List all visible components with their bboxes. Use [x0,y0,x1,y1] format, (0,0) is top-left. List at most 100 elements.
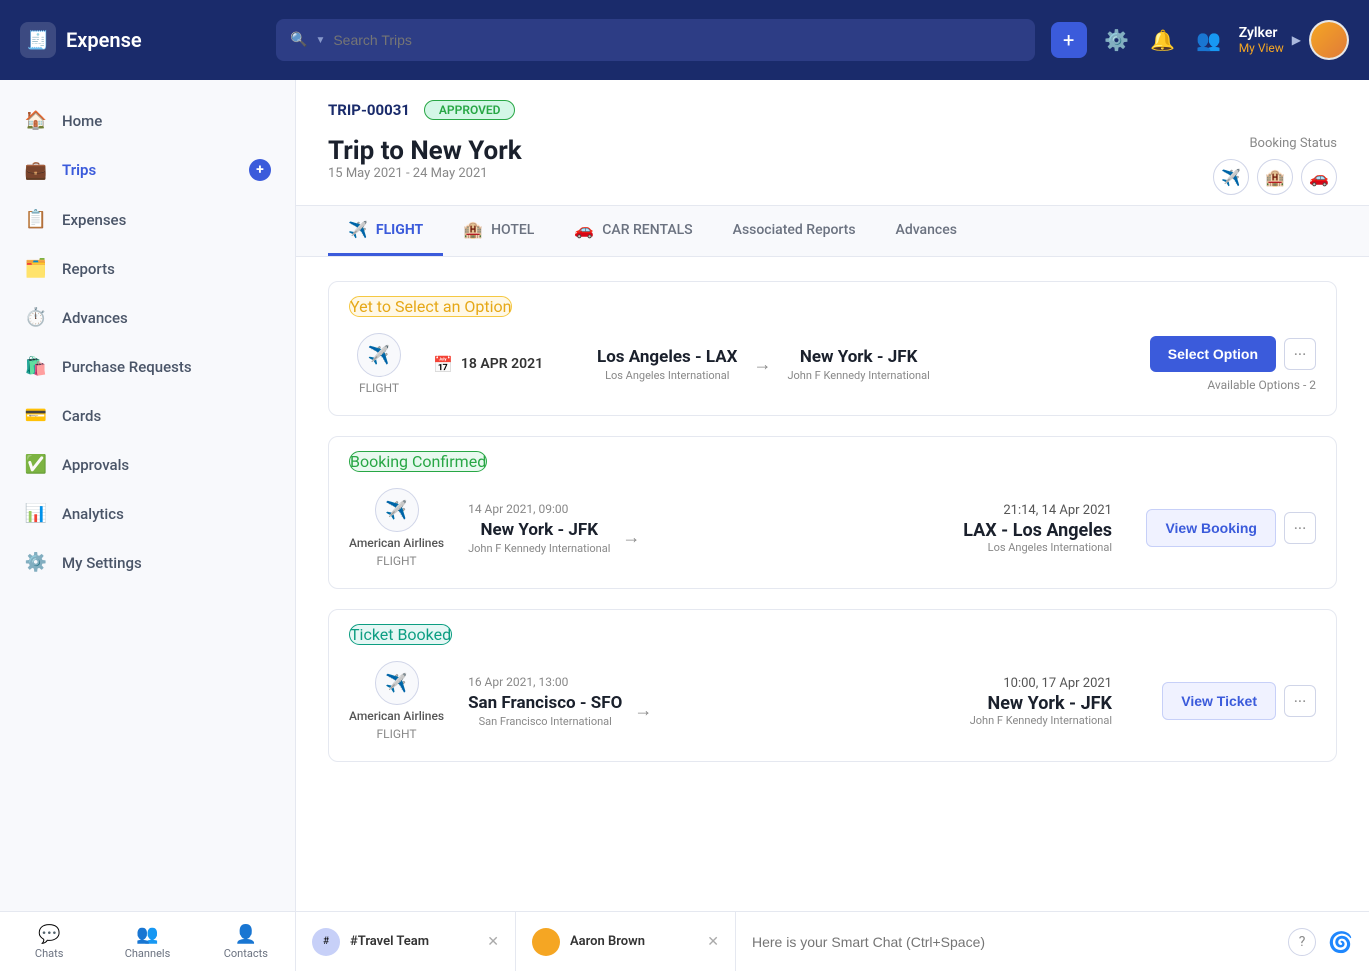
from-airport-2: John F Kennedy International [468,542,610,555]
booking-status-label: Booking Status [1213,136,1337,151]
flight-card-body-3: ✈️ American Airlines FLIGHT 16 Apr 2021,… [329,645,1336,761]
flight-status-icon[interactable]: ✈️ [1213,159,1249,195]
view-booking-button[interactable]: View Booking [1146,509,1276,547]
channels-tab[interactable]: 👥 Channels [98,912,196,971]
trip-status-badge: APPROVED [424,100,516,120]
route-arrow-2: → [622,527,640,548]
notifications-icon[interactable]: 🔔 [1147,24,1179,56]
depart-time-3: 16 Apr 2021, 13:00 [468,675,568,689]
main-layout: 🏠 Home 💼 Trips + 📋 Expenses 🗂️ Reports ⏱… [0,80,1369,911]
sidebar-item-purchase-requests[interactable]: 🛍️ Purchase Requests [0,342,295,391]
plane-icon-3: ✈️ [375,661,419,705]
chat-sidebar-bottom: 💬 Chats 👥 Channels 👤 Contacts [0,912,296,971]
flight-route-2: 14 Apr 2021, 09:00 New York - JFK John F… [468,502,939,555]
sidebar-item-cards[interactable]: 💳 Cards [0,391,295,440]
users-icon[interactable]: 👥 [1193,24,1225,56]
flight-route-3: 16 Apr 2021, 13:00 San Francisco - SFO S… [468,675,946,728]
plane-icon-2: ✈️ [375,488,419,532]
sidebar-item-label: Expenses [62,211,126,229]
smart-chat-input[interactable] [752,934,1276,950]
purchase-icon: 🛍️ [24,356,48,377]
tab-advances[interactable]: Advances [876,206,977,256]
tab-associated-reports[interactable]: Associated Reports [713,206,876,256]
more-options-button-2[interactable]: ··· [1284,512,1316,544]
sidebar-item-label: Home [62,112,102,130]
contacts-tab[interactable]: 👤 Contacts [197,912,295,971]
settings-icon[interactable]: ⚙️ [1101,24,1133,56]
aaron-close[interactable]: ✕ [707,934,719,950]
travel-team-close[interactable]: ✕ [487,934,499,950]
flight-card-1: Yet to Select an Option ✈️ FLIGHT 📅 18 A… [328,281,1337,416]
car-status-icon[interactable]: 🚗 [1301,159,1337,195]
user-avatar[interactable] [1309,20,1349,60]
user-view[interactable]: My View [1239,41,1284,55]
select-option-button[interactable]: Select Option [1150,336,1276,372]
action-row-3: View Ticket ··· [1162,682,1316,720]
travel-team-avatar: # [312,928,340,956]
analytics-icon: 📊 [24,503,48,524]
sidebar-item-label: My Settings [62,554,142,572]
sidebar-item-expenses[interactable]: 📋 Expenses [0,195,295,244]
chats-label: Chats [35,947,63,960]
plane-icon-1: ✈️ [357,333,401,377]
user-name: Zylker [1239,25,1284,41]
trip-tabs: ✈️ FLIGHT 🏨 HOTEL 🚗 CAR RENTALS Associat… [296,206,1369,257]
aaron-brown-chat[interactable]: Aaron Brown ✕ [516,912,736,971]
flight-date-col-1: 📅 18 APR 2021 [433,355,573,374]
route-from-2: New York - JFK John F Kennedy Internatio… [468,520,610,555]
add-button[interactable]: + [1051,22,1087,58]
to-airport-1: John F Kennedy International [787,369,929,382]
view-ticket-button[interactable]: View Ticket [1162,682,1276,720]
aaron-avatar [532,928,560,956]
tab-car-rentals-label: CAR RENTALS [602,222,692,238]
flight-status-banner-3: Ticket Booked [349,624,452,645]
chat-help-button[interactable]: ? [1288,928,1316,956]
travel-team-chat[interactable]: # #Travel Team ✕ [296,912,516,971]
sidebar-item-label: Analytics [62,505,124,523]
sidebar: 🏠 Home 💼 Trips + 📋 Expenses 🗂️ Reports ⏱… [0,80,296,911]
sidebar-item-label: Advances [62,309,128,327]
available-options-1: Available Options - 2 [1207,378,1316,392]
calendar-icon-1: 📅 [433,355,453,374]
more-options-button-1[interactable]: ··· [1284,338,1316,370]
tab-car-rentals[interactable]: 🚗 CAR RENTALS [554,206,712,256]
advances-icon: ⏱️ [24,307,48,328]
contacts-icon: 👤 [235,924,257,945]
sidebar-item-home[interactable]: 🏠 Home [0,96,295,145]
sidebar-item-reports[interactable]: 🗂️ Reports [0,244,295,293]
tab-flight-label: FLIGHT [376,222,423,238]
sidebar-item-trips[interactable]: 💼 Trips + [0,145,295,195]
trip-title: Trip to New York [328,136,522,166]
top-nav: 🧾 Expense 🔍 ▼ + ⚙️ 🔔 👥 Zylker My View ▶ [0,0,1369,80]
search-input[interactable] [333,32,1020,48]
flight-status-banner-1: Yet to Select an Option [349,296,512,317]
sidebar-item-approvals[interactable]: ✅ Approvals [0,440,295,489]
cards-icon: 💳 [24,405,48,426]
action-row-2: View Booking ··· [1146,509,1316,547]
chat-emoji-button[interactable]: 🌀 [1328,930,1353,954]
channels-label: Channels [125,947,171,960]
tab-flight[interactable]: ✈️ FLIGHT [328,206,443,256]
search-bar[interactable]: 🔍 ▼ [276,19,1035,61]
sidebar-item-my-settings[interactable]: ⚙️ My Settings [0,538,295,587]
hotel-status-icon[interactable]: 🏨 [1257,159,1293,195]
trips-add-badge[interactable]: + [249,159,271,181]
booking-status: Booking Status ✈️ 🏨 🚗 [1213,136,1337,195]
sidebar-item-analytics[interactable]: 📊 Analytics [0,489,295,538]
hotel-tab-icon: 🏨 [463,220,483,239]
reports-icon: 🗂️ [24,258,48,279]
flight-card-body-1: ✈️ FLIGHT 📅 18 APR 2021 Los Angeles - LA… [329,317,1336,415]
search-icon: 🔍 [290,32,307,48]
arrive-time-3: 10:00, 17 Apr 2021 [970,676,1112,691]
flight-time-info-2: 21:14, 14 Apr 2021 LAX - Los Angeles Los… [963,503,1112,554]
from-airport-1: Los Angeles International [597,369,737,382]
expenses-icon: 📋 [24,209,48,230]
sidebar-item-advances[interactable]: ⏱️ Advances [0,293,295,342]
tab-hotel[interactable]: 🏨 HOTEL [443,206,554,256]
flight-type-label-1: FLIGHT [359,381,399,395]
route-arrow-3: → [634,700,652,721]
chats-tab[interactable]: 💬 Chats [0,912,98,971]
more-options-button-3[interactable]: ··· [1284,685,1316,717]
flight-type-label-3: FLIGHT [377,727,417,741]
chat-conversations: # #Travel Team ✕ Aaron Brown ✕ ? 🌀 [296,912,1369,971]
